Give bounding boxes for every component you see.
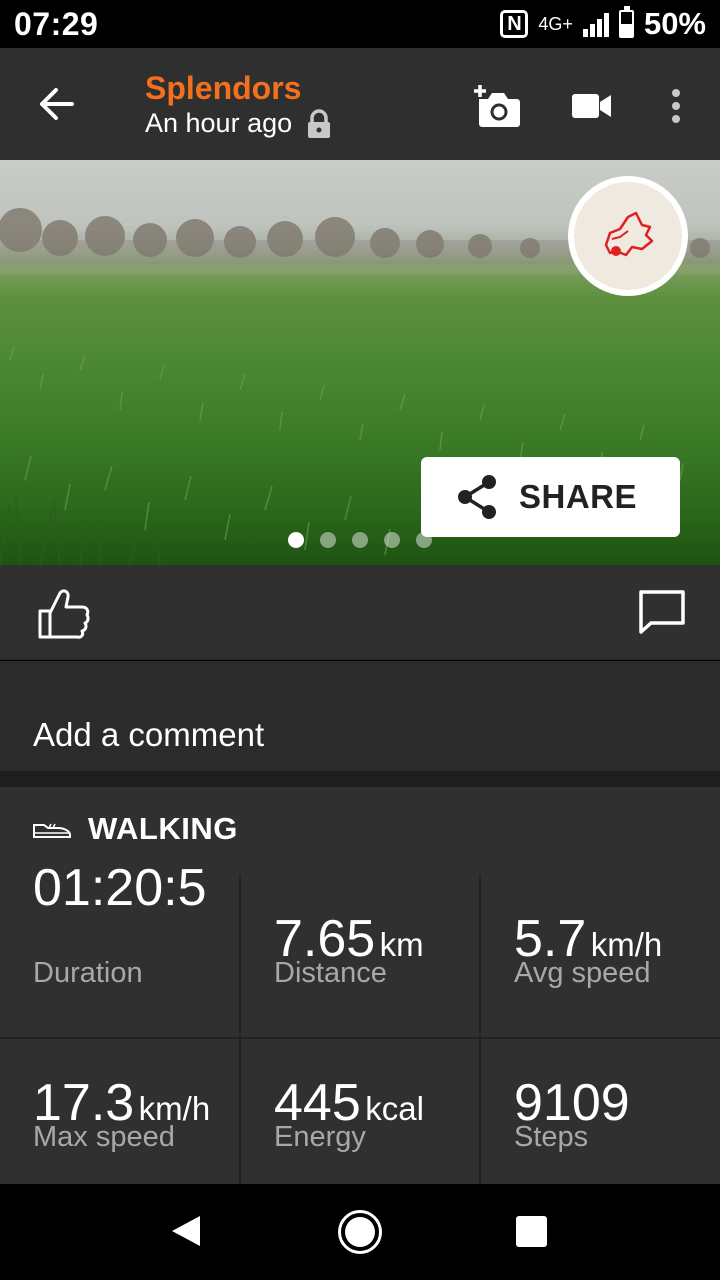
route-map-icon bbox=[604, 211, 654, 257]
comment-input[interactable]: Add a comment bbox=[33, 716, 264, 754]
stat-duration: 01:20:5 Duration bbox=[0, 859, 240, 1037]
activity-photo[interactable]: SHARE bbox=[0, 160, 720, 565]
pager-dot[interactable] bbox=[320, 532, 336, 548]
nav-home-icon[interactable] bbox=[338, 1210, 382, 1254]
comment-icon bbox=[639, 590, 685, 634]
activity-label: WALKING bbox=[88, 811, 238, 846]
back-button[interactable] bbox=[30, 78, 82, 130]
battery-percentage: 50% bbox=[643, 6, 706, 41]
timestamp: An hour ago bbox=[145, 108, 293, 138]
stat-label: Max speed bbox=[33, 1121, 175, 1153]
stat-distance: 7.65 km Distance bbox=[241, 874, 481, 1037]
pager-dot[interactable] bbox=[288, 532, 304, 548]
comment-section: Add a comment bbox=[0, 661, 720, 771]
photo-pager bbox=[288, 532, 432, 548]
add-photo-icon bbox=[474, 85, 520, 127]
shoe-icon bbox=[33, 823, 71, 838]
signal-icon bbox=[582, 11, 609, 37]
page-title: Splendors bbox=[145, 70, 302, 106]
like-button[interactable] bbox=[36, 587, 92, 641]
more-vert-icon bbox=[672, 89, 680, 123]
add-video-button[interactable] bbox=[566, 80, 618, 132]
back-arrow-icon bbox=[40, 88, 74, 120]
pager-dot[interactable] bbox=[384, 532, 400, 548]
stats-grid: 01:20:5 Duration 7.65 km Distance 5.7 km… bbox=[0, 859, 720, 1184]
stats-section: WALKING 01:20:5 Duration 7.65 km Distanc… bbox=[0, 787, 720, 1184]
network-type: 4G+ bbox=[538, 13, 573, 34]
lock-icon bbox=[308, 108, 331, 138]
thumb-up-icon bbox=[38, 589, 90, 639]
stat-value: 01:20:5 bbox=[33, 859, 207, 917]
stat-label: Steps bbox=[514, 1121, 589, 1153]
grid-divider bbox=[0, 1037, 720, 1039]
stat-max-speed: 17.3 km/h Max speed bbox=[0, 1039, 240, 1184]
stat-label: Distance bbox=[274, 957, 387, 989]
app-bar: Splendors An hour ago bbox=[0, 48, 720, 160]
stat-unit: kcal bbox=[365, 1090, 424, 1127]
share-button[interactable]: SHARE bbox=[421, 457, 680, 537]
battery-icon bbox=[618, 6, 634, 38]
pager-dot[interactable] bbox=[352, 532, 368, 548]
route-map-button[interactable] bbox=[568, 176, 688, 296]
nfc-icon: N bbox=[500, 10, 529, 38]
share-icon bbox=[458, 475, 496, 519]
share-label: SHARE bbox=[519, 478, 638, 515]
stat-steps: 9109 Steps bbox=[481, 1039, 720, 1184]
grid-divider bbox=[479, 874, 481, 1184]
status-bar: 07:29 N 4G+ 50% bbox=[0, 0, 720, 48]
status-icons: N 4G+ 50% bbox=[500, 6, 706, 42]
stat-label: Duration bbox=[33, 957, 143, 989]
pager-dot[interactable] bbox=[416, 532, 432, 548]
comment-button[interactable] bbox=[638, 589, 690, 639]
stat-label: Avg speed bbox=[514, 957, 651, 989]
more-options-button[interactable] bbox=[650, 80, 702, 132]
stat-label: Energy bbox=[274, 1121, 366, 1153]
page-subtitle: An hour ago bbox=[145, 108, 332, 139]
section-divider bbox=[0, 771, 720, 787]
system-nav-bar bbox=[0, 1184, 720, 1280]
stat-avg-speed: 5.7 km/h Avg speed bbox=[481, 874, 720, 1037]
nav-recents-icon[interactable] bbox=[516, 1216, 547, 1247]
stat-energy: 445 kcal Energy bbox=[241, 1039, 481, 1184]
actions-row bbox=[0, 565, 720, 660]
activity-type: WALKING bbox=[32, 811, 238, 847]
grid-divider bbox=[239, 874, 241, 1184]
status-time: 07:29 bbox=[14, 5, 99, 42]
add-photo-button[interactable] bbox=[470, 80, 522, 132]
nav-back-icon[interactable] bbox=[170, 1214, 202, 1248]
video-camera-icon bbox=[572, 94, 611, 118]
